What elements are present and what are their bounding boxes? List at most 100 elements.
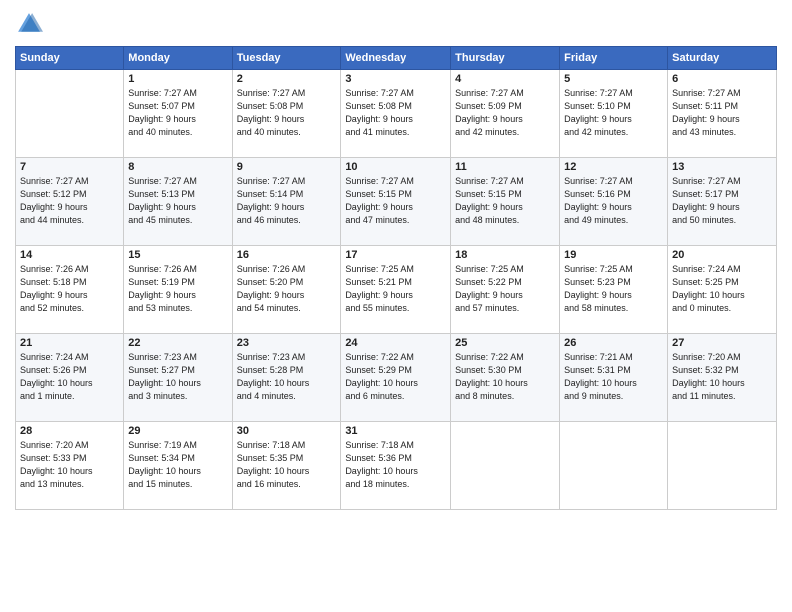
calendar-cell: 3 Sunrise: 7:27 AM Sunset: 5:08 PM Daylig…: [341, 70, 451, 158]
day-info: Sunrise: 7:27 AM Sunset: 5:09 PM Dayligh…: [455, 87, 555, 139]
day-number: 24: [345, 337, 446, 349]
day-number: 19: [564, 249, 663, 261]
day-number: 3: [345, 73, 446, 85]
calendar-cell: 30Sunrise: 7:18 AM Sunset: 5:35 PM Dayli…: [232, 422, 341, 510]
day-number: 28: [20, 425, 119, 437]
logo-icon: [15, 10, 43, 38]
day-info: Sunrise: 7:27 AM Sunset: 5:11 PM Dayligh…: [672, 87, 772, 139]
calendar-cell: 16 Sunrise: 7:26 AM Sunset: 5:20 PM Dayli…: [232, 246, 341, 334]
calendar-cell: 25 Sunrise: 7:22 AM Sunset: 5:30 PM Dayli…: [451, 334, 560, 422]
day-info: Sunrise: 7:22 AM Sunset: 5:29 PM Dayligh…: [345, 351, 446, 403]
week-row-0: 1 Sunrise: 7:27 AM Sunset: 5:07 PM Daylig…: [16, 70, 777, 158]
day-info: Sunrise: 7:27 AM Sunset: 5:08 PM Dayligh…: [237, 87, 337, 139]
calendar-cell: 6Sunrise: 7:27 AM Sunset: 5:11 PM Daylig…: [668, 70, 777, 158]
day-number: 14: [20, 249, 119, 261]
day-info: Sunrise: 7:27 AM Sunset: 5:14 PM Dayligh…: [237, 175, 337, 227]
day-number: 7: [20, 161, 119, 173]
day-info: Sunrise: 7:27 AM Sunset: 5:15 PM Dayligh…: [455, 175, 555, 227]
calendar-cell: 5 Sunrise: 7:27 AM Sunset: 5:10 PM Daylig…: [560, 70, 668, 158]
day-number: 13: [672, 161, 772, 173]
calendar-cell: 19Sunrise: 7:25 AM Sunset: 5:23 PM Dayli…: [560, 246, 668, 334]
day-number: 12: [564, 161, 663, 173]
day-number: 17: [345, 249, 446, 261]
calendar-cell: 2 Sunrise: 7:27 AM Sunset: 5:08 PM Daylig…: [232, 70, 341, 158]
day-number: 22: [128, 337, 227, 349]
day-number: 1: [128, 73, 227, 85]
day-info: Sunrise: 7:26 AM Sunset: 5:20 PM Dayligh…: [237, 263, 337, 315]
day-info: Sunrise: 7:27 AM Sunset: 5:08 PM Dayligh…: [345, 87, 446, 139]
col-header-thursday: Thursday: [451, 47, 560, 70]
calendar-cell: 10 Sunrise: 7:27 AM Sunset: 5:15 PM Dayli…: [341, 158, 451, 246]
week-row-2: 14 Sunrise: 7:26 AM Sunset: 5:18 PM Dayli…: [16, 246, 777, 334]
day-info: Sunrise: 7:27 AM Sunset: 5:13 PM Dayligh…: [128, 175, 227, 227]
day-number: 21: [20, 337, 119, 349]
day-info: Sunrise: 7:27 AM Sunset: 5:15 PM Dayligh…: [345, 175, 446, 227]
day-number: 10: [345, 161, 446, 173]
calendar-cell: 1 Sunrise: 7:27 AM Sunset: 5:07 PM Daylig…: [124, 70, 232, 158]
calendar-cell: [668, 422, 777, 510]
day-info: Sunrise: 7:23 AM Sunset: 5:28 PM Dayligh…: [237, 351, 337, 403]
day-info: Sunrise: 7:25 AM Sunset: 5:21 PM Dayligh…: [345, 263, 446, 315]
day-number: 20: [672, 249, 772, 261]
day-info: Sunrise: 7:27 AM Sunset: 5:17 PM Dayligh…: [672, 175, 772, 227]
day-info: Sunrise: 7:23 AM Sunset: 5:27 PM Dayligh…: [128, 351, 227, 403]
calendar-cell: 18 Sunrise: 7:25 AM Sunset: 5:22 PM Dayli…: [451, 246, 560, 334]
calendar-cell: 20 Sunrise: 7:24 AM Sunset: 5:25 PM Dayli…: [668, 246, 777, 334]
day-info: Sunrise: 7:18 AM Sunset: 5:36 PM Dayligh…: [345, 439, 446, 491]
calendar-cell: 4Sunrise: 7:27 AM Sunset: 5:09 PM Daylig…: [451, 70, 560, 158]
week-row-1: 7 Sunrise: 7:27 AM Sunset: 5:12 PM Daylig…: [16, 158, 777, 246]
day-number: 18: [455, 249, 555, 261]
week-row-3: 21 Sunrise: 7:24 AM Sunset: 5:26 PM Dayli…: [16, 334, 777, 422]
col-header-wednesday: Wednesday: [341, 47, 451, 70]
calendar-cell: 13 Sunrise: 7:27 AM Sunset: 5:17 PM Dayli…: [668, 158, 777, 246]
calendar-cell: 23 Sunrise: 7:23 AM Sunset: 5:28 PM Dayli…: [232, 334, 341, 422]
week-row-4: 28 Sunrise: 7:20 AM Sunset: 5:33 PM Dayli…: [16, 422, 777, 510]
day-info: Sunrise: 7:26 AM Sunset: 5:18 PM Dayligh…: [20, 263, 119, 315]
col-header-friday: Friday: [560, 47, 668, 70]
day-number: 15: [128, 249, 227, 261]
day-number: 11: [455, 161, 555, 173]
day-info: Sunrise: 7:20 AM Sunset: 5:33 PM Dayligh…: [20, 439, 119, 491]
day-info: Sunrise: 7:27 AM Sunset: 5:16 PM Dayligh…: [564, 175, 663, 227]
day-info: Sunrise: 7:25 AM Sunset: 5:22 PM Dayligh…: [455, 263, 555, 315]
day-info: Sunrise: 7:27 AM Sunset: 5:07 PM Dayligh…: [128, 87, 227, 139]
calendar-cell: 26 Sunrise: 7:21 AM Sunset: 5:31 PM Dayli…: [560, 334, 668, 422]
col-header-monday: Monday: [124, 47, 232, 70]
calendar-cell: 8 Sunrise: 7:27 AM Sunset: 5:13 PM Daylig…: [124, 158, 232, 246]
calendar-cell: 12 Sunrise: 7:27 AM Sunset: 5:16 PM Dayli…: [560, 158, 668, 246]
col-header-saturday: Saturday: [668, 47, 777, 70]
calendar-table: SundayMondayTuesdayWednesdayThursdayFrid…: [15, 46, 777, 510]
day-number: 25: [455, 337, 555, 349]
calendar-cell: 22 Sunrise: 7:23 AM Sunset: 5:27 PM Dayli…: [124, 334, 232, 422]
day-info: Sunrise: 7:21 AM Sunset: 5:31 PM Dayligh…: [564, 351, 663, 403]
day-number: 26: [564, 337, 663, 349]
calendar-cell: 31Sunrise: 7:18 AM Sunset: 5:36 PM Dayli…: [341, 422, 451, 510]
day-number: 16: [237, 249, 337, 261]
calendar-cell: 7 Sunrise: 7:27 AM Sunset: 5:12 PM Daylig…: [16, 158, 124, 246]
day-info: Sunrise: 7:27 AM Sunset: 5:10 PM Dayligh…: [564, 87, 663, 139]
page: SundayMondayTuesdayWednesdayThursdayFrid…: [0, 0, 792, 612]
day-info: Sunrise: 7:26 AM Sunset: 5:19 PM Dayligh…: [128, 263, 227, 315]
day-number: 27: [672, 337, 772, 349]
day-number: 5: [564, 73, 663, 85]
day-info: Sunrise: 7:27 AM Sunset: 5:12 PM Dayligh…: [20, 175, 119, 227]
calendar-cell: 9 Sunrise: 7:27 AM Sunset: 5:14 PM Daylig…: [232, 158, 341, 246]
calendar-cell: [16, 70, 124, 158]
day-info: Sunrise: 7:19 AM Sunset: 5:34 PM Dayligh…: [128, 439, 227, 491]
day-number: 2: [237, 73, 337, 85]
day-info: Sunrise: 7:24 AM Sunset: 5:25 PM Dayligh…: [672, 263, 772, 315]
day-info: Sunrise: 7:22 AM Sunset: 5:30 PM Dayligh…: [455, 351, 555, 403]
calendar-cell: 11 Sunrise: 7:27 AM Sunset: 5:15 PM Dayli…: [451, 158, 560, 246]
day-number: 9: [237, 161, 337, 173]
calendar-cell: [451, 422, 560, 510]
day-number: 23: [237, 337, 337, 349]
calendar-cell: 29 Sunrise: 7:19 AM Sunset: 5:34 PM Dayli…: [124, 422, 232, 510]
calendar-cell: 17 Sunrise: 7:25 AM Sunset: 5:21 PM Dayli…: [341, 246, 451, 334]
day-number: 8: [128, 161, 227, 173]
calendar-cell: 21 Sunrise: 7:24 AM Sunset: 5:26 PM Dayli…: [16, 334, 124, 422]
calendar-cell: 14 Sunrise: 7:26 AM Sunset: 5:18 PM Dayli…: [16, 246, 124, 334]
day-number: 29: [128, 425, 227, 437]
day-info: Sunrise: 7:24 AM Sunset: 5:26 PM Dayligh…: [20, 351, 119, 403]
header: [15, 10, 777, 38]
col-header-tuesday: Tuesday: [232, 47, 341, 70]
